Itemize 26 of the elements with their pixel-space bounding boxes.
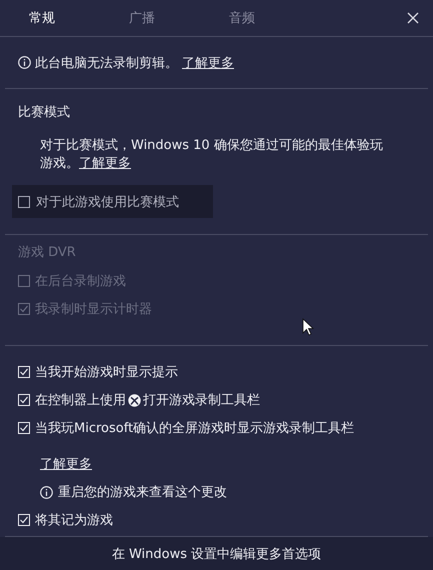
section-title: 比赛模式	[18, 104, 71, 121]
learn-more-link[interactable]: 了解更多	[40, 455, 92, 473]
checkbox-label: 对于此游戏使用比赛模式	[36, 194, 179, 210]
info-icon	[40, 486, 53, 498]
tab[interactable]: 广播	[129, 9, 218, 27]
checkbox-label: 当我开始游戏时显示提示	[35, 364, 178, 381]
checkbox[interactable]	[18, 196, 30, 208]
checkbox-label: 将其记为游戏	[35, 512, 113, 529]
checkbox-label: 打开游戏录制工具栏	[143, 392, 260, 409]
tab[interactable]: 常规	[29, 9, 118, 27]
tab[interactable]: 音频	[229, 9, 318, 27]
checkbox-label: 我录制时显示计时器	[35, 301, 152, 318]
option-panel[interactable]: 对于此游戏使用比赛模式	[12, 185, 213, 218]
checkbox-label: 当我玩Microsoft确认的全屏游戏时显示游戏录制工具栏	[35, 420, 354, 437]
learn-more-link[interactable]: 了解更多	[79, 156, 131, 171]
settings-link[interactable]: 在 Windows 设置中编辑更多首选项	[0, 537, 433, 570]
description-text: 对于比赛模式，Windows 10 确保您通过可能的最佳体验玩游戏。了解更多	[40, 137, 383, 173]
close-icon[interactable]	[407, 12, 419, 24]
notice-text: 此台电脑无法录制剪辑。	[35, 54, 178, 72]
mouse-cursor-icon	[302, 318, 314, 336]
restart-note: 重启您的游戏来查看这个更改	[58, 484, 227, 501]
checkbox-label: 在控制器上使用	[35, 392, 126, 409]
section-title: 游戏 DVR	[18, 244, 77, 261]
checkbox-label: 在后台录制游戏	[35, 273, 126, 290]
learn-more-link[interactable]: 了解更多	[182, 54, 234, 72]
info-icon	[18, 56, 31, 69]
